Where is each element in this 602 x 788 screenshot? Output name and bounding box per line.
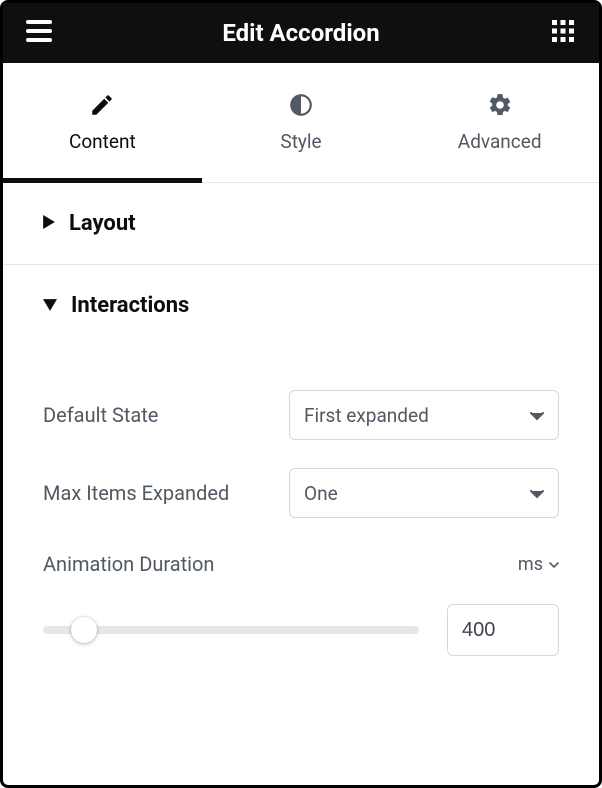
tab-style[interactable]: Style (202, 63, 401, 182)
section-title: Layout (69, 211, 136, 236)
tabs: Content Style Advanced (3, 63, 599, 183)
header-title: Edit Accordion (222, 19, 379, 47)
section-title: Interactions (71, 293, 189, 318)
field-label: Max Items Expanded (43, 481, 229, 505)
field-label: Default State (43, 403, 158, 427)
max-items-select[interactable]: One (289, 468, 559, 518)
caret-right-icon (43, 214, 55, 233)
tab-advanced[interactable]: Advanced (400, 63, 599, 182)
field-default-state: Default State First expanded (43, 390, 559, 440)
default-state-select[interactable]: First expanded (289, 390, 559, 440)
tab-content[interactable]: Content (3, 63, 202, 182)
menu-button[interactable] (23, 17, 55, 49)
animation-duration-input[interactable] (447, 604, 559, 656)
chevron-down-icon (530, 482, 544, 505)
contrast-icon (288, 92, 314, 118)
apps-button[interactable] (547, 17, 579, 49)
chevron-down-icon (549, 554, 559, 575)
slider-track (43, 626, 419, 634)
tab-label: Advanced (458, 130, 542, 153)
select-value: First expanded (304, 404, 429, 427)
animation-duration-control (43, 604, 559, 656)
chevron-down-icon (530, 404, 544, 427)
gear-icon (487, 92, 513, 118)
section-layout-header[interactable]: Layout (3, 183, 599, 264)
section-interactions-header[interactable]: Interactions (3, 265, 599, 346)
hamburger-icon (26, 20, 52, 46)
field-label: Animation Duration (43, 552, 214, 576)
caret-down-icon (43, 296, 57, 315)
field-animation-duration: Animation Duration ms (43, 552, 559, 576)
editor-header: Edit Accordion (3, 3, 599, 63)
unit-value: ms (518, 554, 543, 575)
animation-duration-slider[interactable] (43, 617, 419, 643)
pencil-icon (89, 92, 115, 118)
animation-unit-select[interactable]: ms (518, 554, 559, 575)
tab-label: Content (69, 130, 136, 153)
section-interactions-body: Default State First expanded Max Items E… (3, 346, 599, 686)
select-value: One (304, 482, 338, 505)
tab-label: Style (280, 130, 321, 153)
grid-icon (552, 20, 574, 46)
field-max-items: Max Items Expanded One (43, 468, 559, 518)
content-panel: Layout Interactions Default State First … (3, 183, 599, 686)
slider-thumb[interactable] (71, 617, 97, 643)
